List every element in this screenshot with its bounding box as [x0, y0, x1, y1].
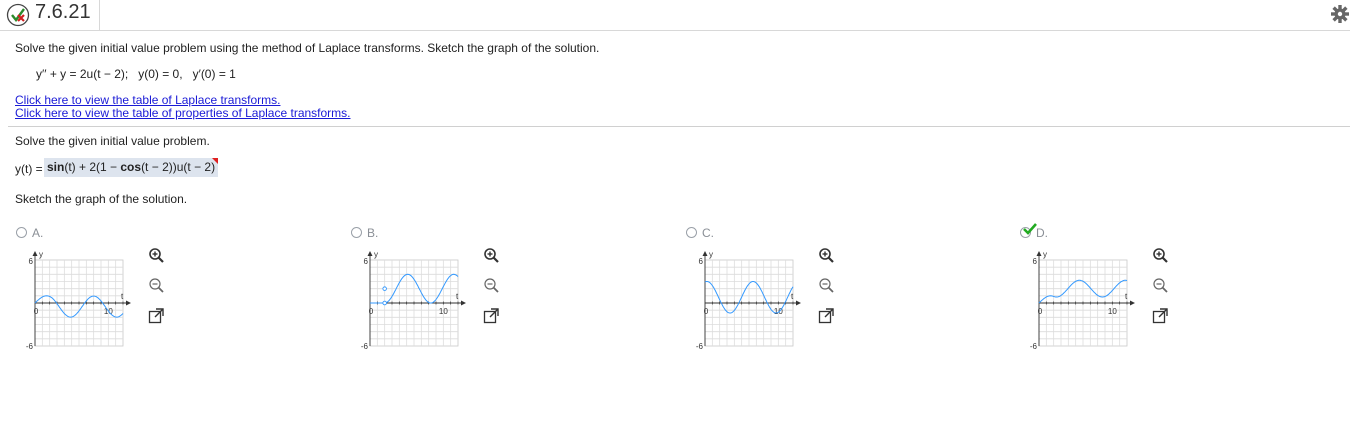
header-divider: [99, 0, 100, 30]
answer-label: y(t) =: [15, 162, 43, 176]
y-axis-label: y: [1043, 250, 1047, 259]
answer-box[interactable]: sin(t) + 2(1 − cos(t − 2))u(t − 2): [44, 158, 219, 177]
gear-icon[interactable]: [1330, 4, 1350, 24]
problem-id: 7.6.21: [35, 1, 91, 23]
incorrect-flag-icon: [212, 158, 219, 164]
choice-d[interactable]: D. y t 6 -6 0 10: [1020, 223, 1180, 354]
header-bar: 7.6.21: [0, 0, 1350, 31]
partially-correct-icon: [6, 3, 30, 27]
question-instruction: Solve the given initial value problem us…: [15, 41, 600, 55]
answer-middle: (t) + 2(1 −: [64, 160, 121, 174]
solution-graph: yt6-60 10: [696, 250, 801, 351]
zoom-in-icon[interactable]: [482, 246, 500, 264]
expand-icon[interactable]: [1151, 307, 1169, 325]
choice-label: B.: [367, 226, 379, 240]
y-min-label: -6: [361, 342, 369, 351]
equation: y′′ + y = 2u(t − 2); y(0) = 0, y′(0) = 1: [36, 67, 236, 81]
zoom-in-icon[interactable]: [817, 246, 835, 264]
solution-graph: yt6-60 10: [26, 250, 131, 351]
zoom-out-icon[interactable]: [817, 276, 835, 294]
y-max-label: 6: [29, 257, 34, 266]
x-ten-label: 10: [439, 307, 448, 316]
t-axis-label: t: [791, 292, 794, 301]
zoom-in-icon[interactable]: [147, 246, 165, 264]
zoom-out-icon[interactable]: [147, 276, 165, 294]
check-icon: [1023, 223, 1037, 235]
y-axis-label: y: [374, 250, 378, 259]
y-max-label: 6: [364, 257, 369, 266]
expand-icon[interactable]: [147, 307, 165, 325]
x-zero-label: 0: [34, 307, 39, 316]
radio-button[interactable]: [16, 227, 27, 238]
section-divider: [8, 126, 1350, 127]
t-axis-label: t: [121, 292, 124, 301]
y-min-label: -6: [1030, 342, 1038, 351]
choice-a[interactable]: A. y t 6 -6 0 10: [16, 224, 176, 354]
x-zero-label: 0: [369, 307, 374, 316]
answer-tail: (t − 2))u(t − 2): [141, 160, 216, 174]
part2-prompt: Sketch the graph of the solution.: [15, 192, 188, 206]
x-zero-label: 0: [704, 307, 709, 316]
zoom-out-icon[interactable]: [482, 276, 500, 294]
answer-sin: sin: [47, 160, 65, 174]
choice-b[interactable]: B. y t 6 -6 0 10: [351, 224, 511, 354]
x-zero-label: 0: [1038, 307, 1043, 316]
y-max-label: 6: [699, 257, 704, 266]
choice-label: C.: [702, 226, 714, 240]
choice-label: A.: [32, 226, 44, 240]
zoom-out-icon[interactable]: [1151, 276, 1169, 294]
solution-graph: y t 6 -6 0 10: [361, 250, 466, 351]
solution-graph: y t 6 -6 0 10: [1030, 250, 1135, 351]
y-axis-label: y: [709, 250, 713, 259]
x-ten-label: 10: [1108, 307, 1117, 316]
choice-label: D.: [1036, 226, 1048, 240]
answer-cos: cos: [120, 160, 142, 174]
expand-icon[interactable]: [817, 307, 835, 325]
t-axis-label: t: [1125, 292, 1128, 301]
expand-icon[interactable]: [482, 307, 500, 325]
radio-button[interactable]: [351, 227, 362, 238]
y-max-label: 6: [1033, 257, 1038, 266]
y-min-label: -6: [696, 342, 704, 351]
part1-prompt: Solve the given initial value problem.: [15, 134, 210, 148]
choice-c[interactable]: C. y t 6 -6 0 10: [686, 224, 846, 354]
radio-button[interactable]: [686, 227, 697, 238]
zoom-in-icon[interactable]: [1151, 246, 1169, 264]
laplace-table-link[interactable]: Click here to view the table of Laplace …: [15, 93, 280, 107]
laplace-properties-link[interactable]: Click here to view the table of properti…: [15, 106, 351, 120]
y-axis-label: y: [39, 250, 43, 259]
y-min-label: -6: [26, 342, 34, 351]
t-axis-label: t: [456, 292, 459, 301]
